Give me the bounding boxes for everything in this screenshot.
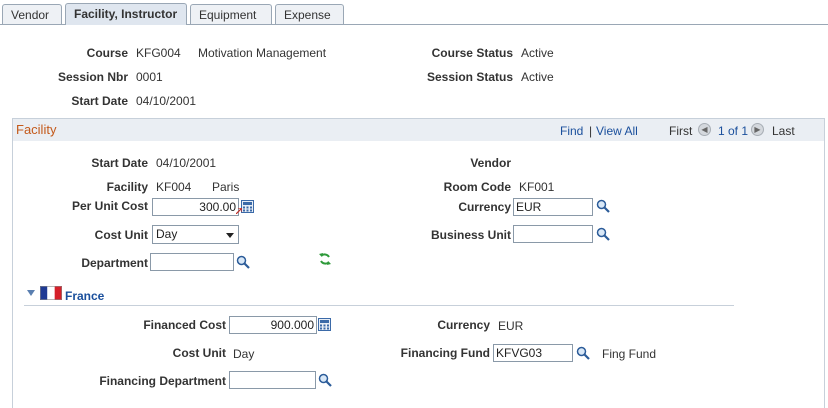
room-code: KF001 [519,180,555,194]
facility-label: Facility [106,180,148,194]
cost-unit-label: Cost Unit [94,228,148,242]
france-divider [24,305,734,306]
france-cost-unit: Day [233,347,255,361]
vendor-label: Vendor [470,156,511,170]
chevron-down-icon [226,233,234,238]
per-unit-cost-input[interactable]: 300.00 [152,198,239,216]
department-lookup-icon[interactable] [236,255,250,269]
collapse-arrow-icon[interactable] [26,288,36,298]
course-label: Course [86,46,128,60]
financing-department-input[interactable] [229,371,316,389]
refresh-icon[interactable] [318,252,332,266]
currency-input[interactable]: EUR [513,198,593,216]
course-code: KFG004 [136,46,181,60]
facility-code: KF004 [156,180,192,194]
tab-vendor[interactable]: Vendor [2,4,62,24]
calculator-icon[interactable] [241,200,254,213]
tab-equipment-label: Equipment [199,8,257,22]
header-separator: | [589,124,593,138]
tab-facility-instructor-label: Facility, Instructor [74,7,178,21]
course-name: Motivation Management [198,46,327,60]
course-status: Active [521,46,554,60]
tab-expense-label: Expense [284,8,331,22]
session-nbr: 0001 [136,70,163,84]
previous-arrow-icon[interactable]: ◀ [698,123,711,136]
france-flag-icon [40,286,62,300]
currency-lookup-icon[interactable] [596,199,610,213]
last-label: Last [772,124,795,138]
financed-cost-calculator-icon[interactable] [318,318,331,331]
tab-bar: Vendor Facility, Instructor Equipment Ex… [0,0,828,26]
prompt-arrow-icon [236,208,242,214]
find-link[interactable]: Find [560,124,583,138]
first-label: First [669,124,693,138]
financing-fund-label: Financing Fund [400,346,490,360]
tab-facility-instructor[interactable]: Facility, Instructor [65,3,187,25]
france-currency-label: Currency [437,318,490,332]
tab-expense[interactable]: Expense [275,4,344,24]
financing-fund-lookup-icon[interactable] [576,346,590,360]
start-date-label: Start Date [71,94,128,108]
currency-label: Currency [458,200,511,214]
business-unit-label: Business Unit [430,228,511,242]
cost-unit-select[interactable]: Day [152,225,239,244]
facility-title: Facility [16,122,57,137]
financing-department-lookup-icon[interactable] [318,373,332,387]
cost-unit-value: Day [156,227,178,241]
row-range: 1 of 1 [718,124,749,138]
financing-department-label: Financing Department [99,374,226,388]
facility-start-date: 04/10/2001 [156,156,217,170]
france-section-label[interactable]: France [65,289,104,303]
per-unit-cost-label: Per Unit Cost [71,199,148,213]
start-date: 04/10/2001 [136,94,197,108]
department-input[interactable] [150,253,234,271]
tab-vendor-label: Vendor [11,8,50,22]
session-status-label: Session Status [426,70,513,84]
department-label: Department [81,256,148,270]
financed-cost-label: Financed Cost [143,318,226,332]
view-all-link[interactable]: View All [596,124,638,138]
facility-start-date-label: Start Date [91,156,148,170]
business-unit-lookup-icon[interactable] [596,227,610,241]
next-arrow-icon[interactable]: ▶ [751,123,764,136]
course-status-label: Course Status [431,46,513,60]
france-currency: EUR [498,319,524,333]
financing-fund-description: Fing Fund [602,347,657,361]
france-cost-unit-label: Cost Unit [172,346,226,360]
business-unit-input[interactable] [513,225,593,243]
room-code-label: Room Code [443,180,511,194]
financed-cost-input[interactable]: 900.000 [229,316,317,334]
session-status: Active [521,70,554,84]
financing-fund-input[interactable]: KFVG03 [493,344,573,362]
session-nbr-label: Session Nbr [57,70,128,84]
tab-equipment[interactable]: Equipment [190,4,272,24]
facility-name: Paris [212,180,240,194]
facility-header: Facility Find | View All First ◀ 1 of 1 … [13,119,824,141]
